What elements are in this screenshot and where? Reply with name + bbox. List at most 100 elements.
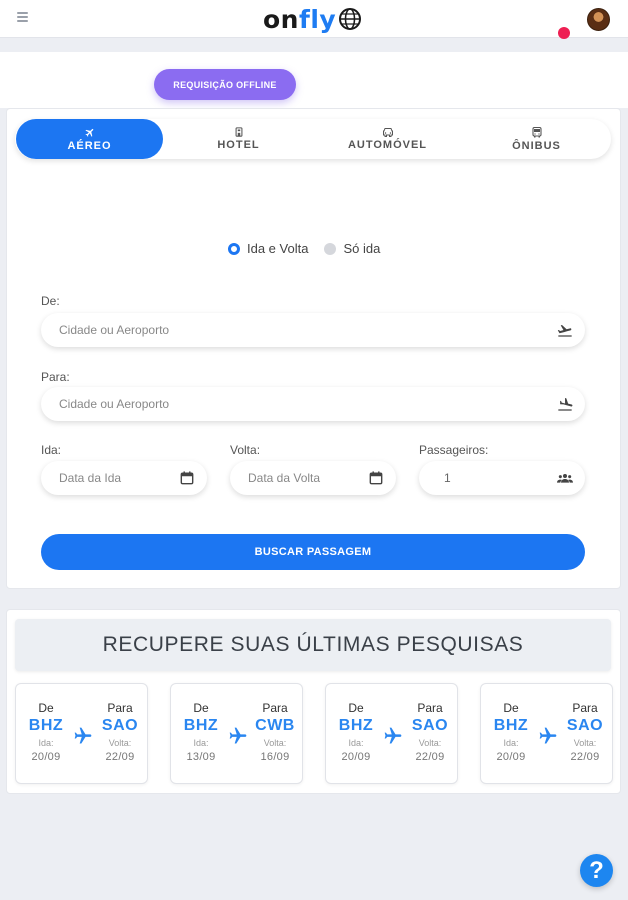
- radio-round-trip[interactable]: Ida e Volta: [228, 241, 308, 256]
- notification-dot[interactable]: [558, 27, 570, 39]
- recent-trip-card[interactable]: De BHZ Ida: 20/09 Para SAO Volta: 22/09: [15, 683, 148, 784]
- bus-icon: [531, 126, 542, 137]
- trip-depart-date: 20/09: [341, 751, 371, 763]
- trip-depart-label: Ida:: [193, 738, 209, 748]
- trip-to-label: Para: [262, 701, 288, 715]
- return-input[interactable]: [248, 461, 354, 495]
- help-button[interactable]: ?: [580, 854, 613, 887]
- trip-destination: Para SAO Volta: 22/09: [98, 684, 142, 763]
- depart-input[interactable]: [59, 461, 165, 495]
- top-bar: on fly: [0, 0, 628, 39]
- car-icon: [382, 128, 393, 137]
- radio-circle-selected: [228, 242, 240, 255]
- logo-text-fly: fly: [298, 4, 337, 34]
- from-label: De:: [41, 294, 60, 308]
- takeoff-icon: [557, 325, 572, 337]
- onfly-logo[interactable]: on fly: [263, 4, 362, 34]
- trip-depart-date: 13/09: [186, 751, 216, 763]
- tab-aereo[interactable]: AÉREO: [16, 119, 163, 159]
- trip-to-code: CWB: [255, 717, 295, 734]
- airplane-icon: [73, 726, 93, 744]
- return-field: [230, 461, 396, 495]
- passengers-field: [419, 461, 585, 495]
- trip-return-label: Volta:: [263, 738, 287, 748]
- tab-automovel[interactable]: AUTOMÓVEL: [314, 119, 461, 159]
- trip-return-label: Volta:: [573, 738, 597, 748]
- service-tabs: AÉREO HOTEL AUTOMÓVEL ÔNIBUS: [15, 119, 611, 159]
- trip-return-date: 16/09: [260, 751, 290, 763]
- trip-depart-date: 20/09: [31, 751, 61, 763]
- trip-origin: De BHZ Ida: 20/09: [489, 684, 533, 763]
- menu-icon[interactable]: [17, 12, 28, 22]
- trip-from-label: De: [348, 701, 364, 715]
- tab-label: AUTOMÓVEL: [347, 139, 428, 151]
- radio-circle: [324, 242, 337, 255]
- radio-label: Ida e Volta: [247, 241, 309, 256]
- trip-to-label: Para: [107, 701, 133, 715]
- trip-from-label: De: [503, 701, 519, 715]
- depart-label: Ida:: [41, 443, 62, 457]
- depart-field: [41, 461, 207, 495]
- trip-to-label: Para: [572, 701, 598, 715]
- trip-from-label: De: [193, 701, 209, 715]
- tab-hotel[interactable]: HOTEL: [165, 119, 312, 159]
- trip-origin: De BHZ Ida: 13/09: [179, 684, 223, 763]
- calendar-icon: [369, 471, 383, 485]
- trip-from-code: BHZ: [28, 717, 64, 734]
- to-label: Para:: [41, 370, 70, 384]
- trip-depart-label: Ida:: [348, 738, 364, 748]
- radio-label: Só ida: [343, 241, 381, 256]
- trip-to-label: Para: [417, 701, 443, 715]
- offline-request-button[interactable]: REQUISIÇÃO OFFLINE: [154, 69, 296, 100]
- recent-trip-card[interactable]: De BHZ Ida: 13/09 Para CWB Volta: 16/09: [170, 683, 303, 784]
- people-icon: [557, 474, 573, 483]
- hotel-icon: [235, 127, 242, 137]
- to-input[interactable]: [59, 387, 543, 421]
- landing-icon: [558, 398, 573, 411]
- trip-to-code: SAO: [101, 717, 139, 734]
- from-field: [41, 313, 585, 347]
- return-label: Volta:: [230, 443, 261, 457]
- avatar[interactable]: [587, 8, 610, 31]
- trip-from-label: De: [38, 701, 54, 715]
- tab-label: AÉREO: [67, 139, 112, 152]
- trip-from-code: BHZ: [183, 717, 219, 734]
- trip-return-date: 22/09: [105, 751, 135, 763]
- search-flights-button[interactable]: BUSCAR PASSAGEM: [41, 534, 585, 570]
- trip-origin: De BHZ Ida: 20/09: [24, 684, 68, 763]
- calendar-icon: [180, 471, 194, 485]
- trip-destination: Para SAO Volta: 22/09: [563, 684, 607, 763]
- trip-destination: Para CWB Volta: 16/09: [253, 684, 297, 763]
- offline-band: [0, 52, 628, 108]
- logo-text-on: on: [263, 4, 299, 34]
- search-card: [6, 108, 621, 589]
- trip-depart-label: Ida:: [38, 738, 54, 748]
- globe-icon: [339, 8, 362, 30]
- trip-type-radios: Ida e Volta Só ida: [228, 241, 396, 256]
- recent-trip-card[interactable]: De BHZ Ida: 20/09 Para SAO Volta: 22/09: [480, 683, 613, 784]
- airplane-icon: [538, 726, 558, 744]
- from-input[interactable]: [59, 313, 543, 347]
- recent-searches-title: RECUPERE SUAS ÚLTIMAS PESQUISAS: [15, 619, 611, 671]
- tab-label: ÔNIBUS: [512, 139, 561, 152]
- trip-to-code: SAO: [566, 717, 604, 734]
- trip-return-label: Volta:: [108, 738, 132, 748]
- trip-from-code: BHZ: [338, 717, 374, 734]
- trip-from-code: BHZ: [493, 717, 529, 734]
- passengers-label: Passageiros:: [419, 443, 489, 457]
- airplane-icon: [383, 726, 403, 744]
- recent-trip-card[interactable]: De BHZ Ida: 20/09 Para SAO Volta: 22/09: [325, 683, 458, 784]
- trip-depart-date: 20/09: [496, 751, 526, 763]
- airplane-icon: [228, 726, 248, 744]
- trip-to-code: SAO: [411, 717, 449, 734]
- trip-depart-label: Ida:: [503, 738, 519, 748]
- tab-onibus[interactable]: ÔNIBUS: [463, 119, 610, 159]
- tab-label: HOTEL: [217, 139, 260, 151]
- trip-destination: Para SAO Volta: 22/09: [408, 684, 452, 763]
- trip-return-date: 22/09: [415, 751, 445, 763]
- trip-return-date: 22/09: [570, 751, 600, 763]
- passengers-input[interactable]: [444, 461, 550, 495]
- trip-return-label: Volta:: [418, 738, 442, 748]
- radio-one-way[interactable]: Só ida: [324, 241, 380, 256]
- to-field: [41, 387, 585, 421]
